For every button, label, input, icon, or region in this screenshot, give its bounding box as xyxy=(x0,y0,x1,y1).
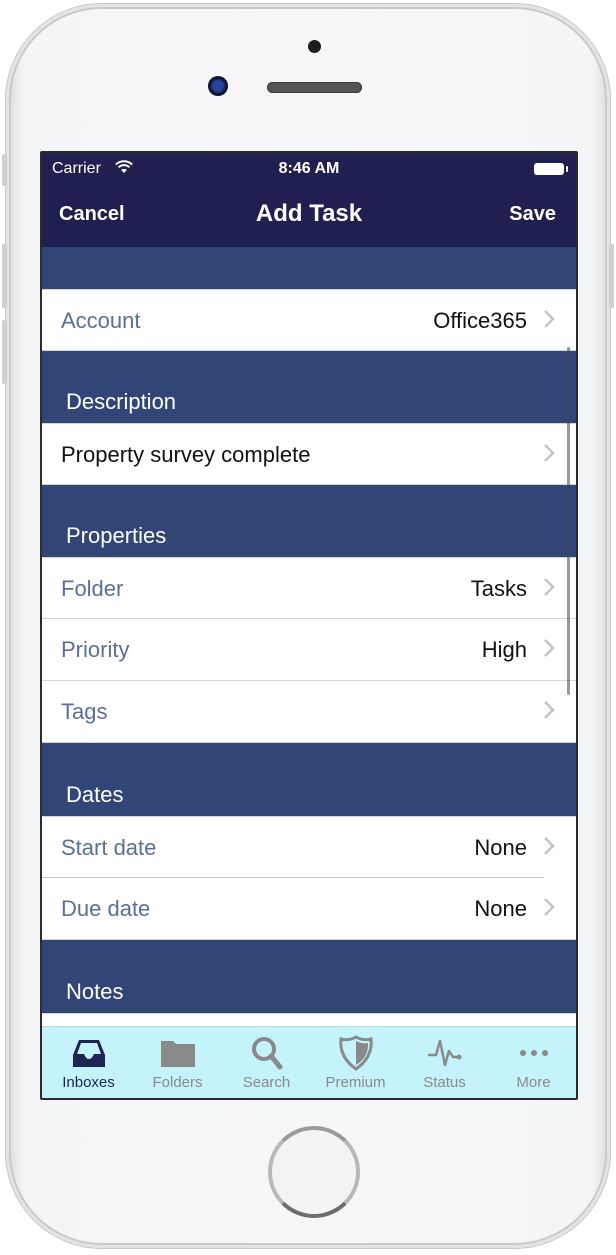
tab-inboxes[interactable]: Inboxes xyxy=(44,1027,133,1098)
section-title: Description xyxy=(66,389,177,414)
chevron-right-icon xyxy=(544,444,555,462)
row-account[interactable]: Account Office365 xyxy=(42,289,576,351)
row-folder[interactable]: Folder Tasks xyxy=(42,557,576,619)
chevron-right-icon xyxy=(544,578,555,596)
row-label: Tags xyxy=(61,699,108,724)
more-dots-icon xyxy=(519,1050,548,1056)
status-time: 8:46 AM xyxy=(278,160,340,177)
volume-down-button xyxy=(2,320,7,384)
chevron-right-icon xyxy=(544,701,555,719)
row-value: High xyxy=(481,637,527,662)
section-title: Notes xyxy=(66,979,124,1004)
section-header-properties: Properties xyxy=(42,485,576,557)
tab-premium[interactable]: Premium xyxy=(311,1027,400,1098)
search-icon xyxy=(251,1037,282,1070)
row-description[interactable]: Property survey complete xyxy=(42,423,576,485)
pulse-icon xyxy=(427,1039,461,1067)
tab-label: Folders xyxy=(152,1074,203,1091)
scrollbar[interactable] xyxy=(567,347,570,695)
tab-label: More xyxy=(516,1074,551,1091)
folder-icon xyxy=(160,1041,195,1067)
row-value: None xyxy=(474,896,527,921)
cancel-button[interactable]: Cancel xyxy=(59,203,125,226)
save-button[interactable]: Save xyxy=(509,203,556,226)
row-due-date[interactable]: Due date None xyxy=(42,878,576,940)
description-text: Property survey complete xyxy=(61,442,311,467)
row-label: Folder xyxy=(61,576,124,601)
row-value: None xyxy=(474,835,527,860)
row-value: Tasks xyxy=(470,576,527,601)
section-header-description: Description xyxy=(42,351,576,423)
section-header-dates: Dates xyxy=(42,743,576,816)
section-header-notes: Notes xyxy=(42,940,576,1013)
proximity-sensor xyxy=(308,40,321,53)
chevron-right-icon xyxy=(544,639,555,657)
chevron-right-icon xyxy=(544,898,555,916)
chevron-right-icon xyxy=(544,837,555,855)
app-screen: Carrier 8:46 AM Cancel Add Task Save Acc… xyxy=(40,151,578,1100)
row-label: Account xyxy=(61,308,141,333)
home-button[interactable] xyxy=(268,1126,360,1218)
row-value: Office365 xyxy=(433,308,527,333)
row-label: Start date xyxy=(61,835,157,860)
task-form[interactable]: Account Office365 Description Property s… xyxy=(42,247,576,1028)
shield-icon xyxy=(338,1035,373,1071)
navigation-bar: Cancel Add Task Save xyxy=(42,185,576,247)
tab-label: Premium xyxy=(325,1074,386,1091)
row-priority[interactable]: Priority High xyxy=(42,619,576,681)
section-title: Properties xyxy=(66,523,167,548)
tab-label: Search xyxy=(242,1074,291,1091)
tab-bar: Inboxes Folders Search Premium Status Mo… xyxy=(42,1026,576,1098)
tab-search[interactable]: Search xyxy=(222,1027,311,1098)
tab-folders[interactable]: Folders xyxy=(133,1027,222,1098)
inbox-tray-icon xyxy=(72,1040,105,1067)
tab-more[interactable]: More xyxy=(489,1027,576,1098)
section-header-account xyxy=(42,247,576,289)
row-label: Due date xyxy=(61,896,151,921)
front-camera xyxy=(208,76,228,96)
section-title: Dates xyxy=(66,782,124,807)
row-tags[interactable]: Tags xyxy=(42,681,576,743)
mute-switch xyxy=(2,154,7,186)
power-button xyxy=(609,244,614,308)
volume-up-button xyxy=(2,244,7,308)
battery-icon xyxy=(534,163,568,175)
earpiece-speaker xyxy=(267,82,362,93)
tab-label: Inboxes xyxy=(62,1074,115,1091)
status-bar: Carrier 8:46 AM xyxy=(42,153,576,185)
row-start-date[interactable]: Start date None xyxy=(42,816,576,878)
tab-status[interactable]: Status xyxy=(400,1027,489,1098)
row-label: Priority xyxy=(61,637,130,662)
chevron-right-icon xyxy=(544,310,555,328)
tab-label: Status xyxy=(423,1074,466,1091)
